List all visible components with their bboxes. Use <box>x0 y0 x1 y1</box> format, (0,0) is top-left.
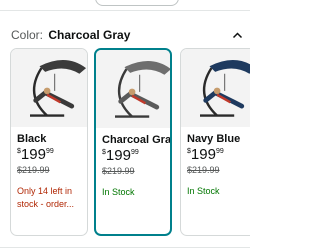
currency-symbol: $ <box>102 149 106 156</box>
price-cents: 99 <box>130 149 139 156</box>
availability-text: In Stock <box>187 186 220 196</box>
option-price: $19999 <box>17 147 54 163</box>
color-label: Color: <box>11 28 44 42</box>
option-name: Navy Blue <box>187 133 241 145</box>
list-price: $219.99 <box>187 165 220 175</box>
divider <box>0 247 250 248</box>
product-image <box>11 49 87 127</box>
option-name: Charcoal Gray <box>102 134 172 146</box>
product-image <box>96 50 170 128</box>
divider <box>0 10 250 11</box>
price-cents: 99 <box>45 148 54 155</box>
color-options-carousel: Black $19999 $219.99 Only 14 left in sto… <box>0 48 250 244</box>
price-dollars: 199 <box>190 146 216 163</box>
chevron-up-icon[interactable] <box>232 30 243 41</box>
currency-symbol: $ <box>187 148 191 155</box>
price-dollars: 199 <box>20 146 46 163</box>
color-option-charcoal-gray[interactable]: Charcoal Gray $19999 $219.99 In Stock <box>94 48 172 236</box>
list-price: $219.99 <box>102 166 135 176</box>
availability-text: Only 14 left in stock - order... <box>17 186 75 209</box>
previous-section-button[interactable] <box>95 0 179 6</box>
currency-symbol: $ <box>17 148 21 155</box>
option-price: $19999 <box>187 147 224 163</box>
color-option-black[interactable]: Black $19999 $219.99 Only 14 left in sto… <box>10 48 88 236</box>
availability-text: In Stock <box>102 187 135 197</box>
option-price: $19999 <box>102 148 139 164</box>
price-dollars: 199 <box>105 147 131 164</box>
color-selector-label: Color: Charcoal Gray <box>11 28 130 42</box>
selected-color-value: Charcoal Gray <box>48 28 131 42</box>
product-image <box>181 49 250 127</box>
list-price: $219.99 <box>17 165 50 175</box>
option-name: Black <box>17 133 47 145</box>
color-option-navy-blue[interactable]: Navy Blue $19999 $219.99 In Stock <box>180 48 250 236</box>
price-cents: 99 <box>215 148 224 155</box>
